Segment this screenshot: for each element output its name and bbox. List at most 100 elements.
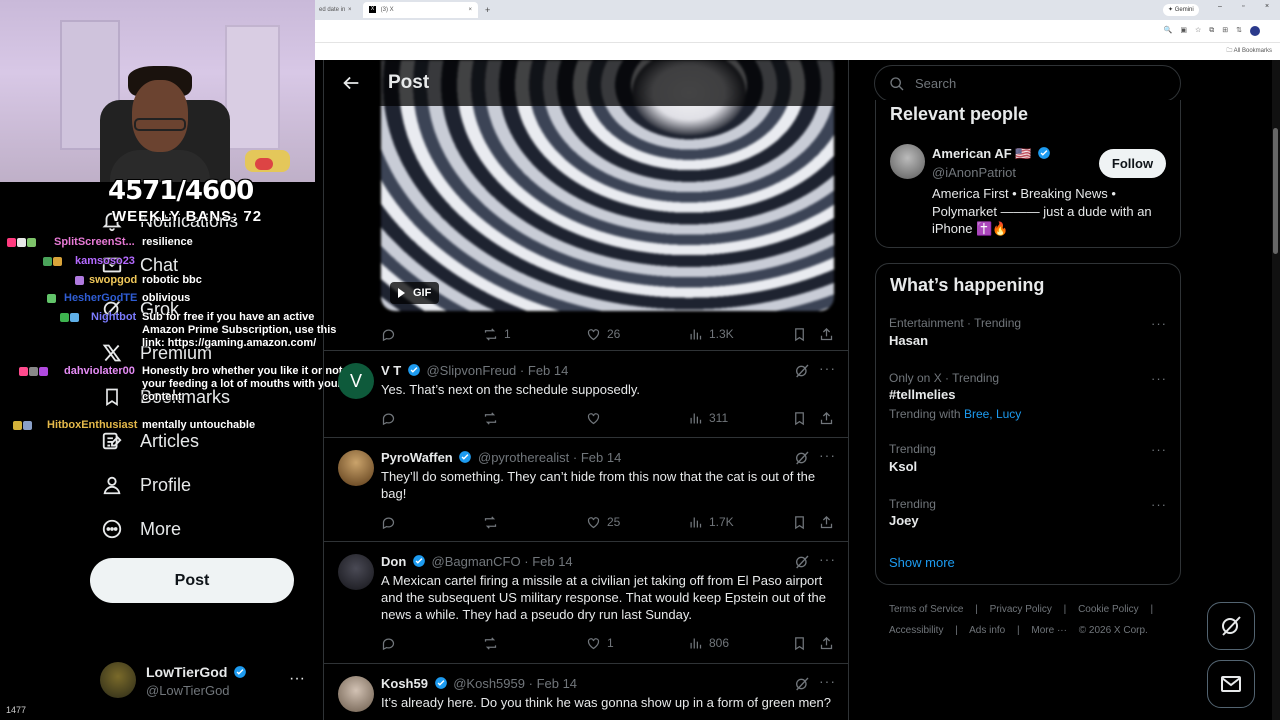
browser-tab-active[interactable]: X (3) X ×	[363, 2, 478, 18]
bookmark-icon	[100, 385, 124, 409]
nav-profile[interactable]: Profile	[100, 471, 191, 499]
browser-tab-previous[interactable]: ed date in ×	[315, 2, 360, 18]
repost-button[interactable]	[483, 512, 504, 532]
show-more-link[interactable]: Show more	[889, 555, 955, 570]
minimize-button[interactable]: –	[1218, 3, 1222, 10]
gif-play-button[interactable]: GIF	[390, 282, 440, 304]
grok-fab-button[interactable]	[1207, 602, 1255, 650]
gemini-button[interactable]: ✦ Gemini	[1163, 4, 1199, 16]
close-icon[interactable]: ×	[348, 2, 352, 18]
repost-button[interactable]	[483, 633, 504, 653]
footer-link[interactable]: Ads info	[969, 625, 1005, 636]
post-date[interactable]: Feb 14	[581, 450, 621, 465]
author-name[interactable]: Kosh59	[381, 676, 428, 691]
more-icon[interactable]: ···	[819, 447, 836, 463]
nav-more[interactable]: More	[100, 515, 181, 543]
trend-with-names[interactable]: Bree, Lucy	[964, 407, 1021, 421]
toolbar-icons[interactable]: 🔍▣☆⧉⊞⇅	[1164, 26, 1250, 35]
views-button[interactable]: 1.7K	[688, 512, 734, 532]
grok-icon[interactable]	[794, 363, 810, 379]
footer-link[interactable]: Accessibility	[889, 625, 943, 636]
share-button[interactable]	[819, 633, 840, 653]
bookmark-button[interactable]	[792, 633, 813, 653]
trend-name[interactable]: #tellmelies	[889, 387, 956, 402]
author-handle[interactable]: @SlipvonFreud	[426, 363, 516, 378]
reply-button[interactable]	[381, 408, 402, 428]
person-name-row[interactable]: American AF 🇺🇸	[932, 146, 1053, 162]
card-title: Relevant people	[890, 104, 1029, 124]
trend-name[interactable]: Joey	[889, 513, 919, 528]
address-bar[interactable]: 🔍▣☆⧉⊞⇅	[315, 20, 1280, 42]
author-name[interactable]: PyroWaffen	[381, 450, 453, 465]
share-button[interactable]	[819, 408, 840, 428]
post-button[interactable]: Post	[90, 558, 294, 603]
avatar[interactable]	[338, 554, 374, 590]
like-button[interactable]: 1	[586, 633, 614, 653]
more-icon[interactable]: ···	[1151, 497, 1167, 512]
follow-button[interactable]: Follow	[1099, 149, 1166, 178]
new-tab-button[interactable]: +	[485, 2, 490, 18]
more-icon[interactable]: ···	[819, 551, 836, 567]
bookmark-button[interactable]	[792, 408, 813, 428]
scrollbar-thumb[interactable]	[1273, 128, 1278, 254]
footer-link[interactable]: More ···	[1031, 625, 1067, 636]
author-handle[interactable]: @Kosh5959	[453, 676, 525, 691]
grok-icon[interactable]	[794, 676, 810, 692]
reply-button[interactable]	[381, 324, 402, 344]
search-icon	[890, 77, 904, 91]
reply-button[interactable]	[381, 512, 402, 532]
views-button[interactable]: 311	[688, 408, 728, 428]
author-name[interactable]: V T	[381, 363, 401, 378]
grok-icon[interactable]	[794, 450, 810, 466]
footer-link[interactable]: Terms of Service	[889, 604, 963, 615]
footer-link[interactable]: Cookie Policy	[1078, 604, 1139, 615]
avatar[interactable]: V	[338, 363, 374, 399]
more-icon[interactable]: ···	[819, 360, 836, 376]
trend-name[interactable]: Ksol	[889, 459, 917, 474]
more-icon[interactable]: ···	[1151, 442, 1167, 457]
views-button[interactable]: 806	[688, 633, 729, 653]
person-handle[interactable]: @iAnonPatriot	[932, 165, 1016, 180]
share-button[interactable]	[819, 324, 840, 344]
browser-profile-avatar[interactable]	[1250, 26, 1260, 36]
close-icon[interactable]: ×	[468, 2, 472, 18]
back-arrow-icon[interactable]	[340, 72, 362, 94]
avatar[interactable]	[890, 144, 925, 179]
maximize-button[interactable]: ▫	[1242, 3, 1244, 10]
more-icon[interactable]: ···	[1151, 371, 1167, 386]
repost-icon	[484, 515, 497, 529]
repost-button[interactable]: 1	[483, 324, 511, 344]
footer-link[interactable]: Privacy Policy	[990, 604, 1052, 615]
post-date[interactable]: Feb 14	[532, 554, 572, 569]
messages-fab-button[interactable]	[1207, 660, 1255, 708]
post-date[interactable]: Feb 14	[537, 676, 577, 691]
trend-name[interactable]: Hasan	[889, 333, 928, 348]
bookmark-button[interactable]	[792, 324, 813, 344]
bookmark-button[interactable]	[792, 512, 813, 532]
like-button[interactable]	[586, 408, 607, 428]
search-input[interactable]: Search	[915, 76, 956, 91]
post-date[interactable]: Feb 14	[528, 363, 568, 378]
more-icon[interactable]: ···	[819, 673, 836, 689]
account-switcher[interactable]: LowTierGod @LowTierGod ···	[100, 662, 315, 702]
account-more-icon[interactable]: ···	[289, 670, 305, 688]
chat-badges	[12, 419, 32, 432]
search-box[interactable]: Search	[874, 65, 1181, 102]
like-button[interactable]: 25	[586, 512, 620, 532]
all-bookmarks-button[interactable]: 🗀 All Bookmarks	[1226, 46, 1272, 56]
repost-button[interactable]	[483, 408, 504, 428]
x-logo-icon	[100, 341, 124, 365]
page-scrollbar[interactable]	[1272, 60, 1280, 720]
share-button[interactable]	[819, 512, 840, 532]
window-close-button[interactable]: ×	[1265, 3, 1269, 10]
avatar[interactable]	[338, 676, 374, 712]
avatar[interactable]	[338, 450, 374, 486]
author-name[interactable]: Don	[381, 554, 406, 569]
reply-button[interactable]	[381, 633, 402, 653]
more-icon[interactable]: ···	[1151, 316, 1167, 331]
author-handle[interactable]: @BagmanCFO	[432, 554, 521, 569]
author-handle[interactable]: @pyrotherealist	[478, 450, 569, 465]
views-button[interactable]: 1.3K	[688, 324, 734, 344]
grok-icon[interactable]	[794, 554, 810, 570]
like-button[interactable]: 26	[586, 324, 620, 344]
